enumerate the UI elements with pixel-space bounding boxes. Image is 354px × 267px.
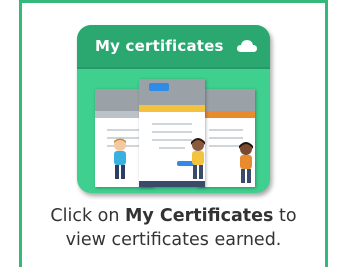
logo-mark (149, 83, 169, 91)
certificates-preview (87, 71, 260, 191)
instruction-prefix: Click on (50, 206, 126, 226)
my-certificates-card[interactable]: My certificates (77, 25, 270, 193)
card-title: My certificates (95, 37, 224, 55)
child-figure-icon (114, 138, 126, 179)
instruction-line-2: view certificates earned. (65, 230, 282, 250)
instruction-emphasis: My Certificates (125, 206, 274, 226)
instruction-text: Click on My Certificates to view certifi… (22, 204, 325, 252)
child-figure-icon (191, 138, 205, 179)
child-figure-icon (239, 142, 253, 183)
card-header[interactable]: My certificates (77, 25, 270, 69)
instruction-suffix: to (273, 206, 297, 226)
cloud-icon (237, 40, 257, 52)
